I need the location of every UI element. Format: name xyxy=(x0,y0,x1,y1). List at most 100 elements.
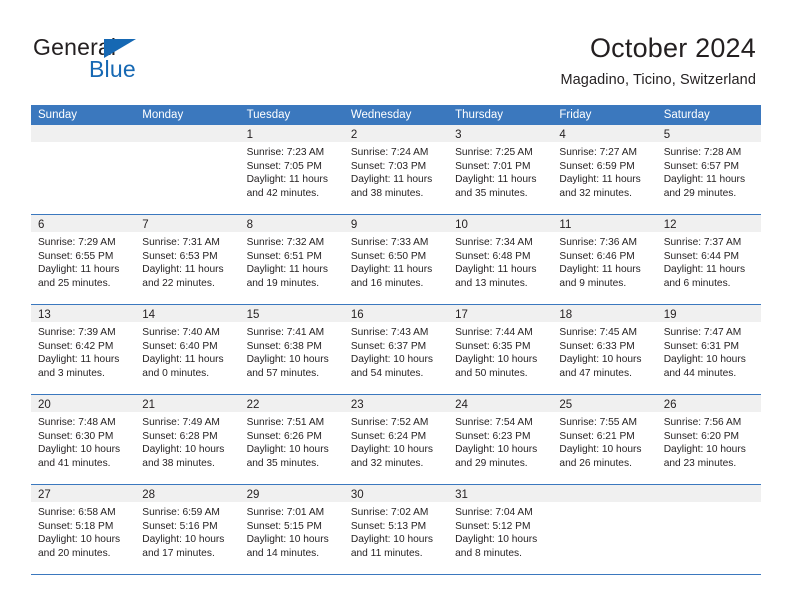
sunrise-text: Sunrise: 7:45 AM xyxy=(559,327,637,338)
sunrise-text: Sunrise: 7:41 AM xyxy=(246,327,325,338)
daylight-text-line1: Daylight: 11 hours xyxy=(455,264,537,276)
daylight-text-line2: and 38 minutes. xyxy=(142,457,215,469)
day-info: Sunrise: 7:32 AM Sunset: 6:51 PM Dayligh… xyxy=(240,232,344,290)
day-cell[interactable] xyxy=(552,485,657,574)
sunset-text: Sunset: 6:59 PM xyxy=(559,160,635,172)
daylight-text-line1: Daylight: 11 hours xyxy=(350,264,433,276)
day-cell[interactable] xyxy=(135,125,240,214)
day-cell[interactable]: 23 Sunrise: 7:52 AM Sunset: 6:24 PM Dayl… xyxy=(343,395,449,484)
day-cell[interactable]: 13 Sunrise: 7:39 AM Sunset: 6:42 PM Dayl… xyxy=(31,305,136,394)
week-row: 20 Sunrise: 7:48 AM Sunset: 6:30 PM Dayl… xyxy=(31,395,761,485)
day-cell[interactable]: 8 Sunrise: 7:32 AM Sunset: 6:51 PM Dayli… xyxy=(239,215,344,304)
day-number-band: 18 xyxy=(552,305,657,322)
day-cell[interactable]: 29 Sunrise: 7:01 AM Sunset: 5:15 PM Dayl… xyxy=(239,485,344,574)
sunrise-text: Sunrise: 7:24 AM xyxy=(350,147,429,158)
day-cell[interactable]: 28 Sunrise: 6:59 AM Sunset: 5:16 PM Dayl… xyxy=(135,485,240,574)
day-info: Sunrise: 7:54 AM Sunset: 6:23 PM Dayligh… xyxy=(448,412,552,470)
day-cell[interactable]: 1 Sunrise: 7:23 AM Sunset: 7:05 PM Dayli… xyxy=(239,125,344,214)
day-cell[interactable]: 6 Sunrise: 7:29 AM Sunset: 6:55 PM Dayli… xyxy=(31,215,136,304)
sunset-text: Sunset: 6:33 PM xyxy=(559,340,635,352)
sunrise-text: Sunrise: 7:54 AM xyxy=(455,417,533,428)
day-number: 7 xyxy=(142,219,149,231)
sunset-text: Sunset: 5:18 PM xyxy=(38,520,114,532)
day-cell[interactable]: 27 Sunrise: 6:58 AM Sunset: 5:18 PM Dayl… xyxy=(31,485,136,574)
daylight-text-line1: Daylight: 11 hours xyxy=(38,264,120,276)
day-cell[interactable]: 5 Sunrise: 7:28 AM Sunset: 6:57 PM Dayli… xyxy=(656,125,761,214)
daylight-text-line2: and 44 minutes. xyxy=(663,367,737,379)
day-number-band: 19 xyxy=(656,305,761,322)
day-info: Sunrise: 7:39 AM Sunset: 6:42 PM Dayligh… xyxy=(31,322,135,380)
daylight-text-line1: Daylight: 11 hours xyxy=(350,174,433,186)
day-cell[interactable]: 14 Sunrise: 7:40 AM Sunset: 6:40 PM Dayl… xyxy=(135,305,240,394)
daylight-text-line2: and 3 minutes. xyxy=(38,367,105,379)
day-cell[interactable] xyxy=(656,485,761,574)
day-cell[interactable] xyxy=(31,125,136,214)
daylight-text-line2: and 14 minutes. xyxy=(246,547,320,559)
day-cell[interactable]: 18 Sunrise: 7:45 AM Sunset: 6:33 PM Dayl… xyxy=(552,305,657,394)
day-number: 23 xyxy=(350,399,364,411)
day-number: 6 xyxy=(38,219,45,231)
daylight-text-line1: Daylight: 10 hours xyxy=(559,354,642,366)
day-info: Sunrise: 7:56 AM Sunset: 6:20 PM Dayligh… xyxy=(657,412,761,470)
generalblue-logo[interactable]: General Blue xyxy=(33,36,163,86)
sunrise-text: Sunrise: 7:02 AM xyxy=(350,507,429,518)
sunset-text: Sunset: 6:42 PM xyxy=(38,340,114,352)
day-number-band: 14 xyxy=(135,305,240,322)
day-cell[interactable]: 10 Sunrise: 7:34 AM Sunset: 6:48 PM Dayl… xyxy=(448,215,553,304)
sunset-text: Sunset: 6:57 PM xyxy=(663,160,740,172)
day-info: Sunrise: 7:28 AM Sunset: 6:57 PM Dayligh… xyxy=(657,142,761,200)
day-cell[interactable]: 24 Sunrise: 7:54 AM Sunset: 6:23 PM Dayl… xyxy=(448,395,553,484)
day-cell[interactable]: 21 Sunrise: 7:49 AM Sunset: 6:28 PM Dayl… xyxy=(135,395,240,484)
day-cell[interactable]: 15 Sunrise: 7:41 AM Sunset: 6:38 PM Dayl… xyxy=(239,305,344,394)
sunrise-text: Sunrise: 7:27 AM xyxy=(559,147,637,158)
day-number-band xyxy=(656,485,761,502)
day-cell[interactable]: 2 Sunrise: 7:24 AM Sunset: 7:03 PM Dayli… xyxy=(343,125,449,214)
day-cell[interactable]: 11 Sunrise: 7:36 AM Sunset: 6:46 PM Dayl… xyxy=(552,215,657,304)
sunset-text: Sunset: 6:26 PM xyxy=(246,430,322,442)
day-number: 29 xyxy=(246,489,260,501)
daylight-text-line1: Daylight: 10 hours xyxy=(246,534,329,546)
daylight-text-line2: and 42 minutes. xyxy=(246,187,320,199)
daylight-text-line2: and 32 minutes. xyxy=(559,187,632,199)
day-cell[interactable]: 12 Sunrise: 7:37 AM Sunset: 6:44 PM Dayl… xyxy=(656,215,761,304)
daylight-text-line1: Daylight: 10 hours xyxy=(663,354,746,366)
day-info: Sunrise: 7:31 AM Sunset: 6:53 PM Dayligh… xyxy=(135,232,239,290)
daylight-text-line1: Daylight: 11 hours xyxy=(246,264,328,276)
day-info: Sunrise: 7:55 AM Sunset: 6:21 PM Dayligh… xyxy=(552,412,656,470)
day-number: 12 xyxy=(663,219,677,231)
daylight-text-line2: and 0 minutes. xyxy=(142,367,210,379)
day-cell[interactable]: 9 Sunrise: 7:33 AM Sunset: 6:50 PM Dayli… xyxy=(343,215,449,304)
day-cell[interactable]: 20 Sunrise: 7:48 AM Sunset: 6:30 PM Dayl… xyxy=(31,395,136,484)
day-cell[interactable]: 4 Sunrise: 7:27 AM Sunset: 6:59 PM Dayli… xyxy=(552,125,657,214)
day-cell[interactable]: 3 Sunrise: 7:25 AM Sunset: 7:01 PM Dayli… xyxy=(448,125,553,214)
day-cell[interactable]: 26 Sunrise: 7:56 AM Sunset: 6:20 PM Dayl… xyxy=(656,395,761,484)
sunset-text: Sunset: 6:53 PM xyxy=(142,250,218,262)
day-number: 31 xyxy=(455,489,468,501)
daylight-text-line1: Daylight: 10 hours xyxy=(350,444,433,456)
sunset-text: Sunset: 7:05 PM xyxy=(246,160,322,172)
day-number-band: 16 xyxy=(343,305,449,322)
day-info: Sunrise: 7:25 AM Sunset: 7:01 PM Dayligh… xyxy=(448,142,552,200)
sunrise-text: Sunrise: 7:44 AM xyxy=(455,327,533,338)
daylight-text-line1: Daylight: 10 hours xyxy=(559,444,642,456)
sunset-text: Sunset: 6:50 PM xyxy=(350,250,427,262)
day-cell[interactable]: 19 Sunrise: 7:47 AM Sunset: 6:31 PM Dayl… xyxy=(656,305,761,394)
sunrise-text: Sunrise: 7:47 AM xyxy=(663,327,742,338)
day-cell[interactable]: 17 Sunrise: 7:44 AM Sunset: 6:35 PM Dayl… xyxy=(448,305,553,394)
day-cell[interactable]: 7 Sunrise: 7:31 AM Sunset: 6:53 PM Dayli… xyxy=(135,215,240,304)
day-cell[interactable]: 22 Sunrise: 7:51 AM Sunset: 6:26 PM Dayl… xyxy=(239,395,344,484)
day-cell[interactable]: 16 Sunrise: 7:43 AM Sunset: 6:37 PM Dayl… xyxy=(343,305,449,394)
day-info: Sunrise: 6:59 AM Sunset: 5:16 PM Dayligh… xyxy=(135,502,239,560)
day-cell[interactable]: 25 Sunrise: 7:55 AM Sunset: 6:21 PM Dayl… xyxy=(552,395,657,484)
daylight-text-line2: and 13 minutes. xyxy=(455,277,528,289)
day-number-band: 5 xyxy=(656,125,761,142)
daylight-text-line2: and 22 minutes. xyxy=(142,277,215,289)
sunset-text: Sunset: 6:31 PM xyxy=(663,340,740,352)
sunset-text: Sunset: 6:20 PM xyxy=(663,430,740,442)
day-cell[interactable]: 31 Sunrise: 7:04 AM Sunset: 5:12 PM Dayl… xyxy=(448,485,553,574)
day-cell[interactable]: 30 Sunrise: 7:02 AM Sunset: 5:13 PM Dayl… xyxy=(343,485,449,574)
daylight-text-line1: Daylight: 10 hours xyxy=(455,354,538,366)
day-info: Sunrise: 7:40 AM Sunset: 6:40 PM Dayligh… xyxy=(135,322,239,380)
day-number: 15 xyxy=(246,309,260,321)
daylight-text-line2: and 41 minutes. xyxy=(38,457,111,469)
